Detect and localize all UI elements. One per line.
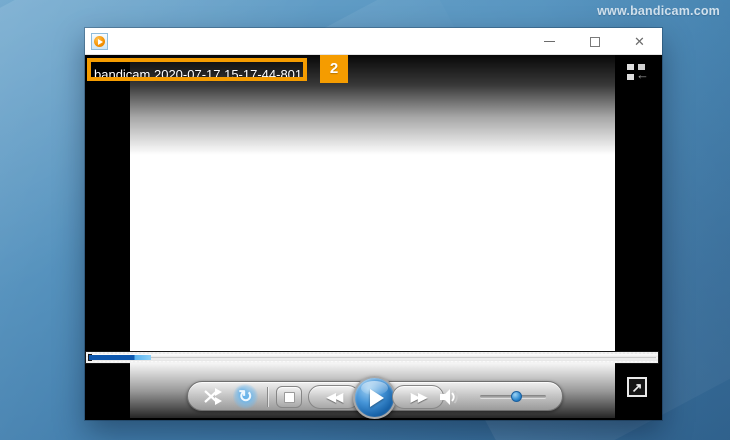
close-icon: ✕ [634, 34, 645, 49]
fullscreen-icon[interactable]: ↗ [627, 377, 647, 397]
maximize-icon [589, 36, 600, 47]
left-arrow-icon: ← [636, 67, 649, 82]
minimize-button[interactable] [527, 28, 572, 55]
close-button[interactable]: ✕ [617, 28, 662, 55]
square-glyph [627, 74, 634, 80]
titlebar[interactable]: ✕ [85, 28, 662, 55]
volume-icon[interactable] [439, 388, 462, 406]
play-triangle-icon [370, 388, 384, 407]
fast-forward-button[interactable]: ▶▶ [392, 385, 444, 409]
control-bar: ↻ ◀◀ ▶▶ [187, 376, 563, 419]
stop-button[interactable] [276, 386, 302, 408]
annotation-badge: 2 [320, 55, 348, 83]
app-icon [91, 33, 108, 50]
volume-knob[interactable] [511, 391, 522, 402]
minimize-icon [544, 41, 555, 42]
fullscreen-arrow: ↗ [631, 379, 643, 395]
play-icon [94, 36, 105, 47]
maximize-button[interactable] [572, 28, 617, 55]
desktop-background: www.bandicam.com ✕ bandicam 2020-07-17 1… [0, 0, 730, 440]
video-frame [130, 55, 615, 352]
stop-icon [283, 391, 295, 403]
play-button[interactable] [353, 376, 396, 419]
shuffle-icon[interactable] [203, 388, 224, 405]
control-area: ↻ ◀◀ ▶▶ [130, 363, 615, 419]
volume-slider[interactable] [480, 391, 546, 402]
compact-mode-icon[interactable]: ← [625, 63, 652, 85]
window-controls: ✕ [527, 28, 662, 55]
seek-bar[interactable] [86, 352, 658, 363]
player-content: bandicam 2020-07-17 15-17-44-801 2 ← ↻ ◀… [85, 55, 662, 420]
repeat-icon[interactable]: ↻ [233, 384, 258, 409]
watermark-text: www.bandicam.com [597, 4, 720, 18]
annotation-highlight-box [87, 58, 307, 81]
seek-progress [89, 355, 151, 360]
player-window: ✕ bandicam 2020-07-17 15-17-44-801 2 ← ↻… [85, 28, 662, 420]
divider [267, 387, 268, 407]
square-glyph [627, 64, 634, 70]
